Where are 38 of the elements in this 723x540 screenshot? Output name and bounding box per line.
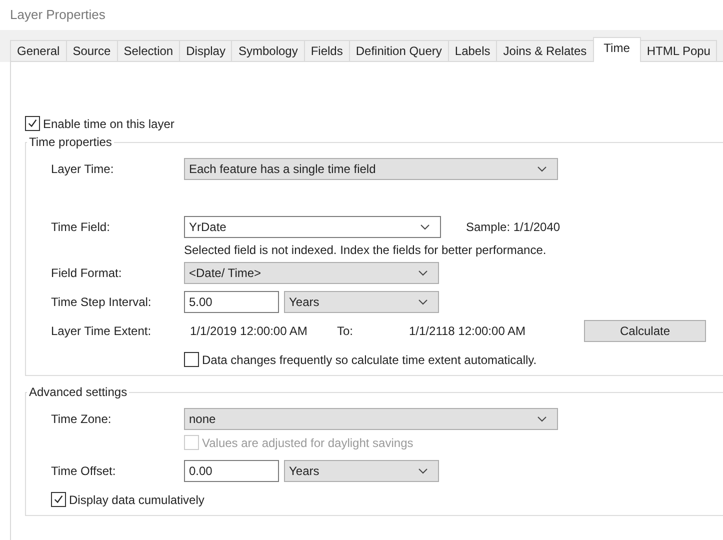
time-zone-dropdown[interactable]: none	[184, 408, 558, 430]
field-label: Time Step Interval:	[51, 295, 152, 309]
unit-dropdown[interactable]: Years	[284, 291, 439, 313]
tab[interactable]: HTML Popu	[640, 40, 718, 61]
layer-time-dropdown[interactable]: Each feature has a single time field	[184, 158, 558, 180]
field-label: Time Zone:	[51, 412, 112, 426]
field-label: Field Format:	[51, 266, 123, 280]
caret-icon	[537, 416, 547, 422]
offset-input[interactable]: 0.00	[184, 460, 279, 482]
group-title: Time properties	[28, 135, 113, 149]
caret-icon	[418, 270, 428, 276]
cumulative-checkbox[interactable]: Display data cumulatively	[51, 492, 204, 507]
caret-icon	[420, 224, 430, 230]
window-title: Layer Properties	[9, 6, 106, 24]
tab[interactable]: Time	[592, 37, 641, 62]
checkmark-icon	[27, 118, 38, 129]
group-title: Advanced settings	[28, 385, 128, 399]
checkmark-icon	[53, 494, 64, 505]
caret-icon	[418, 299, 428, 305]
field-label: Time Field:	[51, 220, 111, 234]
field-label: Layer Time Extent:	[51, 324, 152, 338]
sample-text: Sample: 1/1/2040	[466, 220, 560, 234]
interval-input[interactable]: 5.00	[184, 291, 279, 313]
field-label: Layer Time:	[51, 162, 115, 176]
index-note: Selected field is not indexed. Index the fields for better performance.	[184, 243, 548, 257]
caret-icon	[537, 166, 547, 172]
to-label: To:	[337, 324, 354, 338]
extent-start: 1/1/2019 12:00:00 AM	[189, 324, 308, 338]
extent-end: 1/1/2118 12:00:00 AM	[408, 324, 527, 338]
auto-calculate-checkbox[interactable]: Data changes frequently so calculate time extent automatically.	[184, 352, 537, 367]
caret-icon	[418, 468, 428, 474]
tab[interactable]: General	[10, 40, 67, 61]
calculate-button[interactable]: Calculate	[584, 320, 706, 342]
time-field-dropdown[interactable]: YrDate	[184, 216, 441, 238]
enable-time-checkbox[interactable]: Enable time on this layer	[25, 116, 174, 131]
field-format-dropdown[interactable]: <Date/ Time>	[184, 262, 439, 284]
unit-dropdown[interactable]: Years	[284, 460, 439, 482]
field-label: Time Offset:	[51, 464, 117, 478]
